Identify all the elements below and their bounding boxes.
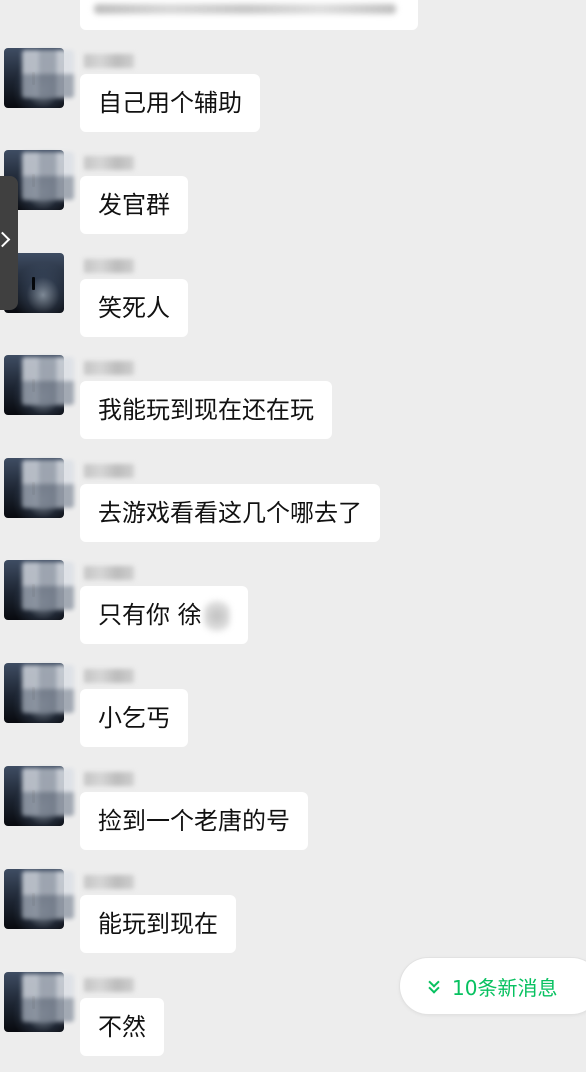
new-messages-button[interactable]: 10条新消息 [400,958,586,1014]
double-chevron-down-icon [428,976,440,994]
new-messages-label: 10条新消息 [452,975,558,1000]
message-row: 自己用个辅助 [0,48,586,148]
sender-name-blurred [84,978,134,992]
message-row: 捡到一个老唐的号 [0,766,586,866]
message-bubble[interactable]: 能玩到现在 [80,895,236,953]
sender-name-blurred [84,772,134,786]
message-bubble[interactable]: 捡到一个老唐的号 [80,792,308,850]
sender-name-blurred [84,259,134,273]
message-bubble[interactable]: 不然 [80,998,164,1056]
message-text: 只有你 徐 [98,601,202,629]
avatar-mosaic [22,357,74,405]
message-bubble[interactable]: 只有你 徐 [80,586,248,644]
blurred-text [94,4,396,14]
message-bubble[interactable]: 小乞丐 [80,689,188,747]
avatar-mosaic [22,460,74,508]
sender-name-blurred [84,156,134,170]
blurred-text [203,599,230,633]
message-bubble[interactable]: 我能玩到现在还在玩 [80,381,332,439]
avatar-mosaic [22,974,74,1022]
message-bubble[interactable]: 笑死人 [80,279,188,337]
sender-name-blurred [84,361,134,375]
avatar-mosaic [22,152,74,200]
sender-name-blurred [84,566,134,580]
message-bubble-partial[interactable] [80,0,418,30]
message-row: 去游戏看看这几个哪去了 [0,458,586,558]
avatar-mosaic [22,768,74,816]
message-row: 我能玩到现在还在玩 [0,355,586,455]
message-bubble[interactable]: 去游戏看看这几个哪去了 [80,484,380,542]
message-bubble[interactable]: 发官群 [80,176,188,234]
message-bubble[interactable]: 自己用个辅助 [80,74,260,132]
avatar-mosaic [22,562,74,610]
sender-name-blurred [84,464,134,478]
sender-name-blurred [84,875,134,889]
message-row: 小乞丐 [0,663,586,763]
message-row: 发官群 [0,150,586,250]
avatar-mosaic [22,665,74,713]
message-row: 能玩到现在 [0,869,586,969]
sender-name-blurred [84,669,134,683]
message-row: 只有你 徐 [0,560,586,660]
avatar-mosaic [22,50,74,98]
message-row: 笑死人 [0,253,586,353]
chevron-right-icon [0,231,11,248]
side-panel-toggle[interactable] [0,176,18,310]
avatar-mosaic [22,871,74,919]
sender-name-blurred [84,54,134,68]
